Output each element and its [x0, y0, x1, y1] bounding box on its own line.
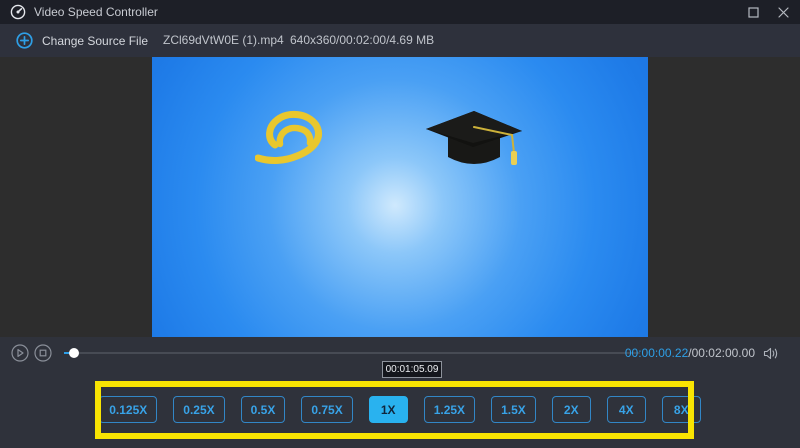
graduation-cap-graphic	[422, 105, 526, 180]
speed-button-1x[interactable]: 1X	[369, 396, 408, 423]
change-source-label: Change Source File	[42, 34, 148, 48]
speed-button-8x[interactable]: 8X	[662, 396, 701, 423]
total-duration: 00:02:00.00	[692, 346, 755, 360]
speed-selection-bar: 0.125X 0.25X 0.5X 0.75X 1X 1.25X 1.5X 2X…	[0, 381, 800, 448]
speed-button-05x[interactable]: 0.5X	[241, 396, 286, 423]
change-source-button[interactable]: Change Source File	[16, 24, 148, 57]
stop-button[interactable]	[34, 344, 52, 362]
time-display: 00:00:00.22/00:02:00.00	[625, 346, 755, 360]
volume-icon[interactable]	[763, 346, 779, 361]
speed-button-025x[interactable]: 0.25X	[173, 396, 224, 423]
titlebar: Video Speed Controller	[0, 0, 800, 24]
speed-button-0125x[interactable]: 0.125X	[99, 396, 157, 423]
video-stage	[0, 57, 800, 337]
speed-button-row: 0.125X 0.25X 0.5X 0.75X 1X 1.25X 1.5X 2X…	[0, 396, 800, 423]
speed-button-075x[interactable]: 0.75X	[301, 396, 352, 423]
speed-button-4x[interactable]: 4X	[607, 396, 646, 423]
plus-circle-icon	[16, 32, 33, 49]
current-time: 00:00:00.22	[625, 346, 688, 360]
speed-button-15x[interactable]: 1.5X	[491, 396, 536, 423]
toolbar: Change Source File ZCl69dVtW0E (1).mp4 6…	[0, 24, 800, 57]
seek-bar-thumb[interactable]	[69, 348, 79, 358]
speed-button-2x[interactable]: 2X	[552, 396, 591, 423]
close-button[interactable]	[776, 5, 790, 19]
seek-time-tooltip: 00:01:05.09	[382, 361, 442, 378]
window-title: Video Speed Controller	[34, 5, 158, 19]
playback-controls: 00:01:05.09 00:00:00.22/00:02:00.00	[0, 337, 800, 381]
play-button[interactable]	[11, 344, 29, 362]
maximize-button[interactable]	[746, 5, 760, 19]
seek-bar-track[interactable]	[64, 352, 640, 354]
loaded-filename: ZCl69dVtW0E (1).mp4	[163, 24, 284, 57]
app-window: Video Speed Controller Change Source Fil…	[0, 0, 800, 448]
app-icon	[10, 4, 26, 20]
speed-button-125x[interactable]: 1.25X	[424, 396, 475, 423]
file-info: 640x360/00:02:00/4.69 MB	[290, 24, 434, 57]
video-frame[interactable]	[152, 57, 648, 337]
yellow-swirl-graphic	[255, 107, 339, 172]
